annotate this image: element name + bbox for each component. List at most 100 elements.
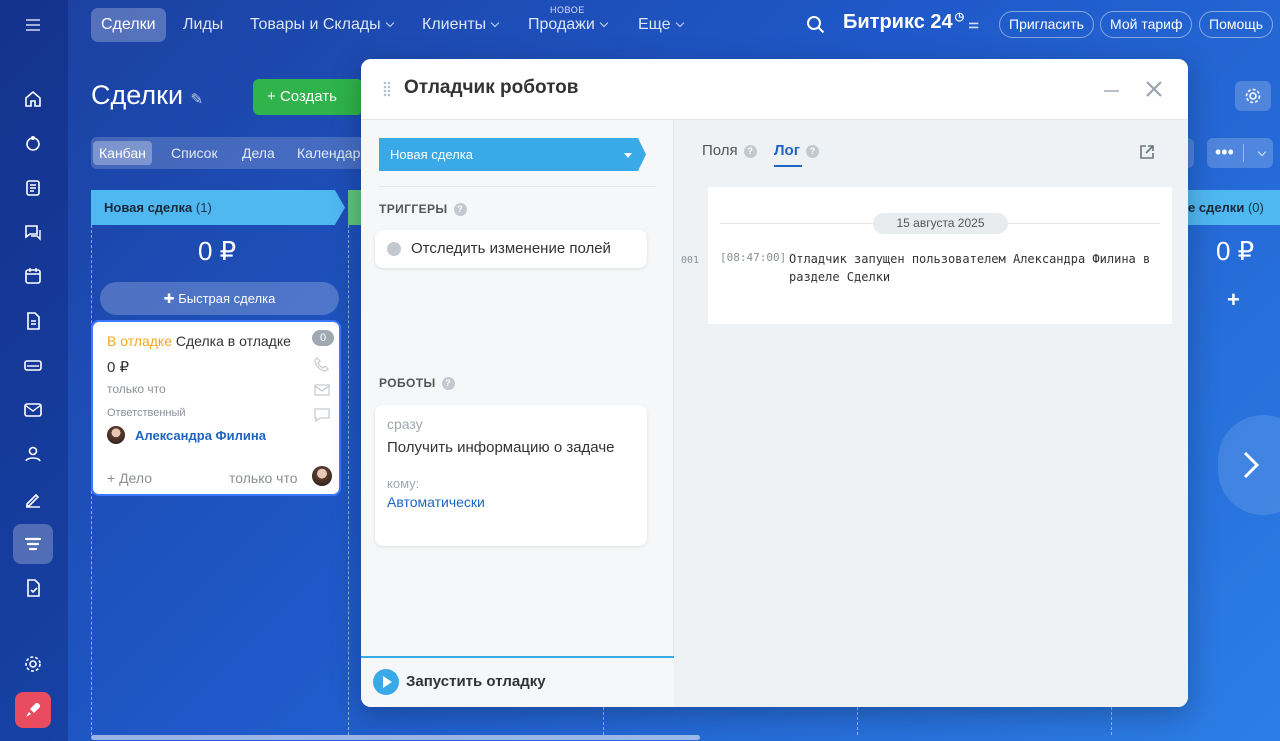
avatar (107, 426, 125, 444)
nav-products-warehouses[interactable]: Товары и Склады (240, 8, 403, 42)
search-field-edge (1188, 138, 1194, 168)
left-sidebar (0, 0, 68, 741)
deal-sum: 0 ₽ (107, 359, 130, 376)
add-deal-plus[interactable]: + (1227, 287, 1240, 313)
gear-icon (1245, 88, 1261, 104)
help-icon[interactable]: ? (453, 203, 467, 216)
help-icon[interactable]: ? (441, 377, 455, 390)
responsible-user-link[interactable]: Александра Филина (135, 428, 266, 443)
column-sum: 0 ₽ (198, 236, 237, 266)
create-button[interactable]: + Создать (253, 79, 363, 115)
invite-button[interactable]: Пригласить (999, 11, 1094, 38)
quick-deal-button[interactable]: ✚ Быстрая сделка (100, 282, 339, 315)
bitrix24-logo[interactable]: Битрикс 24 ◷ ⚌ (843, 10, 979, 34)
comment-icon[interactable] (313, 407, 331, 423)
pin-icon[interactable]: ✎ (191, 91, 204, 108)
play-icon[interactable] (373, 669, 399, 695)
drive-icon[interactable] (13, 345, 53, 385)
robot-when: сразу (387, 416, 423, 432)
robot-card[interactable]: сразу Получить информацию о задаче кому:… (375, 405, 647, 546)
deal-title[interactable]: В отладке Сделка в отладке (107, 333, 291, 349)
settings-button[interactable] (1235, 81, 1271, 111)
column-sum-right: 0 ₽ (1216, 236, 1255, 266)
column-divider (603, 707, 604, 735)
nav-sales[interactable]: НОВОЕ Продажи (518, 5, 617, 42)
phone-icon[interactable] (313, 356, 331, 372)
debugger-left-panel: Новая сделка ТРИГГЕРЫ? Отследить изменен… (361, 120, 674, 707)
log-line-number: 001 (681, 255, 700, 266)
stage-selector[interactable]: Новая сделка (379, 138, 646, 171)
crm-funnel-icon[interactable] (13, 524, 53, 564)
help-icon[interactable]: ? (805, 145, 819, 158)
log-box: 15 августа 2025 [08:47:00] Отладчик запу… (708, 187, 1172, 324)
modal-header: Отладчик роботов (361, 59, 1188, 120)
scroll-right-button[interactable] (1218, 415, 1280, 515)
add-activity-button[interactable]: + Дело (107, 470, 152, 486)
robot-debugger-modal: Отладчик роботов Новая сделка ТРИГГЕРЫ? … (361, 59, 1188, 707)
nav-leads[interactable]: Лиды (173, 8, 233, 42)
robot-to-label: кому: (387, 476, 420, 491)
new-badge: НОВОЕ (550, 5, 585, 15)
chevron-down-icon (490, 18, 500, 28)
help-button[interactable]: Помощь (1199, 11, 1274, 38)
automation-icon[interactable] (13, 568, 53, 608)
drag-handle-icon[interactable] (383, 81, 391, 97)
minimize-button[interactable] (1104, 90, 1119, 92)
trigger-item[interactable]: Отследить изменение полей (375, 230, 647, 268)
nav-deals[interactable]: Сделки (91, 8, 166, 42)
chevron-down-icon (1257, 147, 1267, 157)
counter-badge: 0 (312, 330, 334, 346)
tab-activities[interactable]: Дела (236, 141, 281, 165)
calendar-icon[interactable] (13, 256, 53, 296)
column-header-right[interactable]: е сделки (0) (1188, 190, 1280, 225)
documents-icon[interactable] (13, 301, 53, 341)
divider (379, 186, 656, 187)
tab-list[interactable]: Список (165, 141, 224, 165)
debugger-right-panel: Поля? Лог? 001 15 августа 2025 [08:47:00… (674, 120, 1188, 707)
robot-name: Получить информацию о задаче (387, 439, 615, 456)
log-message: Отладчик запущен пользователем Александр… (789, 252, 1151, 284)
tasks-icon[interactable] (13, 168, 53, 208)
tab-fields[interactable]: Поля? (702, 142, 757, 159)
log-time: [08:47:00] (720, 251, 787, 264)
deal-time: только что (107, 382, 166, 396)
top-navigation: Сделки Лиды Товары и Склады Клиенты НОВО… (68, 0, 1280, 50)
tariff-button[interactable]: Мой тариф (1100, 11, 1193, 38)
tab-kanban[interactable]: Канбан (93, 141, 152, 165)
mail-icon[interactable] (313, 382, 331, 398)
column-divider (348, 225, 349, 735)
feed-icon[interactable] (13, 124, 53, 164)
nav-clients[interactable]: Клиенты (412, 8, 508, 42)
chevron-right-icon (1243, 451, 1260, 479)
more-actions-button[interactable]: ••• (1207, 138, 1273, 168)
search-icon[interactable] (806, 15, 826, 35)
menu-burger-icon[interactable] (13, 5, 53, 45)
chevron-down-icon (599, 18, 609, 28)
robot-to-value[interactable]: Автоматически (387, 494, 485, 510)
column-divider (857, 707, 858, 735)
nav-more[interactable]: Еще (628, 8, 693, 42)
page-title: Сделки ✎ (91, 80, 204, 110)
chat-icon[interactable] (13, 212, 53, 252)
deal-card[interactable]: В отладке Сделка в отладке 0 0 ₽ только … (93, 322, 339, 494)
run-debug-button[interactable]: Запустить отладку (406, 673, 546, 690)
rocket-icon[interactable] (15, 692, 51, 728)
close-icon[interactable] (1144, 79, 1164, 99)
column-divider (91, 225, 92, 735)
view-switcher: Канбан Список Дела Календарь (91, 137, 368, 169)
open-external-icon[interactable] (1139, 144, 1155, 160)
log-date: 15 августа 2025 (873, 213, 1008, 234)
chevron-down-icon (385, 18, 394, 28)
tab-log[interactable]: Лог? (774, 142, 819, 167)
column-header-new-deal[interactable]: Новая сделка (1) (91, 190, 345, 225)
contacts-icon[interactable] (13, 434, 53, 474)
home-icon[interactable] (13, 79, 53, 119)
help-icon[interactable]: ? (743, 145, 757, 158)
column-divider (1111, 707, 1112, 735)
settings-gear-icon[interactable] (13, 644, 53, 684)
mail-icon[interactable] (13, 390, 53, 430)
robots-section-title: РОБОТЫ? (379, 376, 455, 390)
sign-icon[interactable] (13, 479, 53, 519)
horizontal-scrollbar[interactable] (91, 735, 700, 740)
activity-time: только что (229, 470, 298, 486)
